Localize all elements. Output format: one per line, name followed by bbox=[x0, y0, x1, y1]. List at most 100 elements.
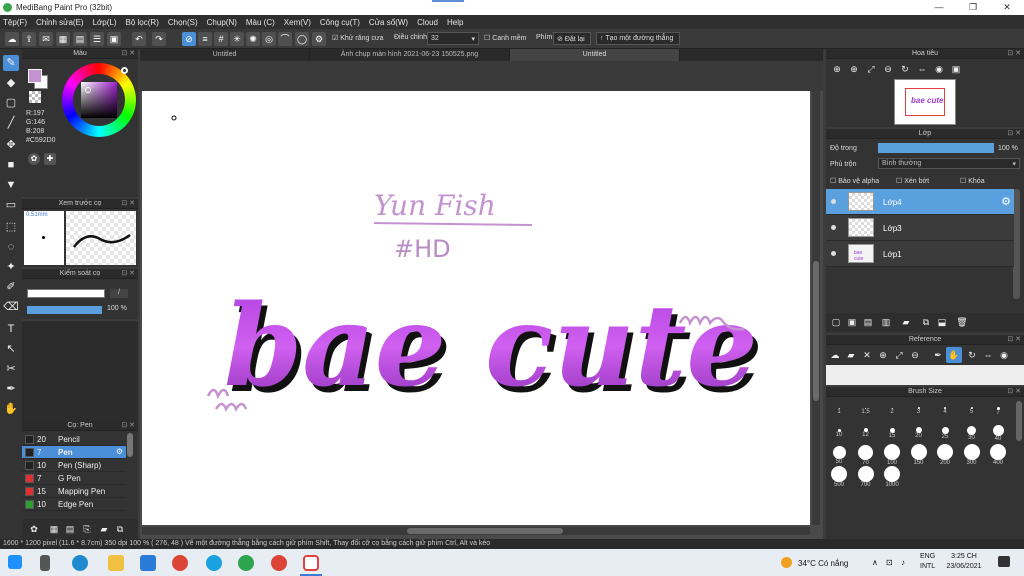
brush-size-option[interactable]: 12 bbox=[853, 424, 879, 446]
brush-item[interactable]: 7G Pen bbox=[22, 472, 126, 485]
reset-rotate-icon[interactable]: ◉ bbox=[931, 61, 947, 77]
menu-help[interactable]: Help bbox=[447, 18, 463, 27]
brush-size-option[interactable]: 40 bbox=[985, 424, 1011, 446]
navigator-thumbnail[interactable]: bae cute bbox=[894, 79, 956, 125]
layer-scrollbar[interactable] bbox=[1013, 189, 1020, 299]
primary-color-swatch[interactable] bbox=[28, 69, 42, 83]
menu-snap[interactable]: Chụp(N) bbox=[207, 18, 237, 27]
volume-icon[interactable]: ♪ bbox=[901, 558, 905, 567]
drawing-page[interactable]: Yun Fish #HD bae cute bae cute bbox=[142, 91, 810, 525]
zoom-in-icon[interactable]: ⊕ bbox=[829, 61, 845, 77]
medibang-icon[interactable] bbox=[303, 555, 319, 571]
notification-icon[interactable] bbox=[998, 556, 1010, 567]
duplicate-layer-icon[interactable]: ⧉ bbox=[918, 314, 934, 330]
chrome-icon-2[interactable] bbox=[271, 555, 287, 571]
move-tool-icon[interactable]: ✥ bbox=[3, 137, 19, 153]
weather-text[interactable]: 34°C Có nắng bbox=[798, 559, 848, 568]
smooth-checkbox[interactable]: ☐ Canh mềm bbox=[484, 34, 526, 42]
close-icon[interactable]: ✕ bbox=[859, 347, 875, 363]
chrome-icon[interactable] bbox=[172, 555, 188, 571]
gradient-tool-icon[interactable]: ▭ bbox=[3, 197, 19, 213]
magic-wand-icon[interactable]: ✦ bbox=[3, 259, 19, 275]
mail-icon[interactable] bbox=[140, 555, 156, 571]
new-8bit-layer-icon[interactable]: ▤ bbox=[860, 314, 876, 330]
text-tool-icon[interactable]: T bbox=[3, 321, 19, 337]
select-pen-icon[interactable]: ✐ bbox=[3, 279, 19, 295]
brush-size-option[interactable]: 70 bbox=[853, 444, 879, 468]
layer-row[interactable]: Lớp4 ⚙ bbox=[826, 189, 1014, 215]
clipping-checkbox[interactable]: ☐ Xén bớt bbox=[896, 177, 929, 185]
brush-item[interactable]: 7 Pen ⚙ bbox=[22, 446, 126, 459]
new-halftone-layer-icon[interactable]: ▣ bbox=[844, 314, 860, 330]
brush-size-option[interactable]: 2 bbox=[879, 402, 905, 424]
flip-icon[interactable]: ⇔ bbox=[980, 347, 996, 363]
copy-brush-icon[interactable]: ⎘ bbox=[79, 521, 95, 537]
menu-layer[interactable]: Lớp(L) bbox=[93, 18, 117, 27]
reset-button[interactable]: ⊘ Đặt lại bbox=[553, 32, 591, 45]
burst-icon[interactable]: ✺ bbox=[246, 32, 260, 46]
marquee-tool-icon[interactable]: ⬚ bbox=[3, 219, 19, 235]
clock[interactable]: 3:25 CH 23/06/2021 bbox=[944, 552, 984, 572]
brush-size-option[interactable]: 700 bbox=[853, 466, 879, 490]
palette-icon[interactable]: ✿ bbox=[28, 153, 40, 165]
brush-size-scrollbar[interactable] bbox=[1016, 401, 1022, 441]
brush-size-option[interactable]: 3 bbox=[906, 402, 932, 424]
menu-color[interactable]: Màu (C) bbox=[246, 18, 275, 27]
visibility-icon[interactable] bbox=[831, 199, 836, 204]
maximize-button[interactable]: ❐ bbox=[956, 2, 990, 13]
horizontal-scrollbar[interactable] bbox=[142, 527, 810, 535]
brush-size-option[interactable]: 1.5 bbox=[853, 402, 879, 424]
brush-size-option[interactable]: 7 bbox=[985, 402, 1011, 424]
layer-opacity-slider[interactable] bbox=[878, 143, 994, 153]
eyedropper-icon[interactable]: ✒ bbox=[930, 347, 946, 363]
radial-icon[interactable]: ✳ bbox=[230, 32, 244, 46]
image-icon[interactable]: ▣ bbox=[107, 32, 121, 46]
brush-size-option[interactable]: 25 bbox=[932, 424, 958, 446]
minimize-button[interactable]: — bbox=[922, 2, 956, 13]
brush-size-option[interactable]: 500 bbox=[826, 466, 852, 490]
brush-list-scrollbar[interactable] bbox=[127, 433, 133, 457]
menu-select[interactable]: Chọn(S) bbox=[168, 18, 198, 27]
brush-size-option[interactable]: 50 bbox=[826, 445, 852, 468]
menu-file[interactable]: Tệp(F) bbox=[3, 18, 27, 27]
new-1bit-layer-icon[interactable]: ▥ bbox=[878, 314, 894, 330]
transparent-swatch[interactable] bbox=[29, 91, 41, 103]
correction-select[interactable]: 32 ▾ bbox=[427, 32, 479, 45]
bucket-tool-icon[interactable]: ▼ bbox=[3, 177, 19, 193]
line-tool-icon[interactable]: ╱ bbox=[3, 115, 19, 131]
brush-size-option[interactable]: 100 bbox=[879, 444, 905, 468]
brush-item[interactable]: 15 Mapping Pen bbox=[22, 485, 126, 498]
grid-icon[interactable]: ▦ bbox=[56, 32, 70, 46]
comment-icon[interactable]: ✉ bbox=[39, 32, 53, 46]
select-rect-icon[interactable]: ▢ bbox=[3, 95, 19, 111]
brush-item[interactable]: 10 Edge Pen bbox=[22, 498, 126, 511]
brush-settings-icon[interactable]: ✿ bbox=[26, 521, 42, 537]
delete-layer-icon[interactable]: 🗑 bbox=[954, 314, 970, 330]
merge-layer-icon[interactable]: ⬓ bbox=[934, 314, 950, 330]
tab-screenshot[interactable]: Ảnh chụp màn hình 2021-06-23 150525.png bbox=[310, 49, 510, 61]
export-icon[interactable]: ⇪ bbox=[22, 32, 36, 46]
brush-size-edit[interactable]: / bbox=[110, 289, 128, 298]
palette-add-icon[interactable]: ✚ bbox=[44, 153, 56, 165]
list-icon[interactable]: ☰ bbox=[90, 32, 104, 46]
brush-size-option[interactable]: 300 bbox=[959, 444, 985, 468]
brush-item[interactable]: 10 Pen (Sharp) bbox=[22, 459, 126, 472]
hue-wheel[interactable] bbox=[62, 63, 136, 137]
hand-icon[interactable]: ✋ bbox=[946, 347, 962, 363]
brush-size-option[interactable]: 150 bbox=[906, 444, 932, 468]
file-explorer-icon[interactable] bbox=[108, 555, 124, 571]
language-indicator[interactable]: ENG INTL bbox=[920, 552, 935, 572]
menu-view[interactable]: Xem(V) bbox=[284, 18, 311, 27]
reset-icon[interactable]: ◉ bbox=[996, 347, 1012, 363]
antialias-checkbox[interactable]: ☑ Khử răng cưa bbox=[332, 34, 383, 42]
new-ruler-button[interactable]: ↑ Tạo một đường thẳng bbox=[596, 32, 680, 45]
select-eraser-icon[interactable]: ⌫ bbox=[3, 299, 19, 315]
undo-icon[interactable]: ↶ bbox=[132, 32, 146, 46]
menu-edit[interactable]: Chỉnh sửa(E) bbox=[36, 18, 84, 27]
divide-tool-icon[interactable]: ✂ bbox=[3, 361, 19, 377]
menu-cloud[interactable]: Cloud bbox=[417, 18, 438, 27]
brush-size-option[interactable]: 30 bbox=[959, 424, 985, 446]
fit-icon[interactable]: ⤢ bbox=[891, 347, 907, 363]
brush-size-option[interactable]: 10 bbox=[826, 424, 852, 446]
visibility-icon[interactable] bbox=[831, 225, 836, 230]
